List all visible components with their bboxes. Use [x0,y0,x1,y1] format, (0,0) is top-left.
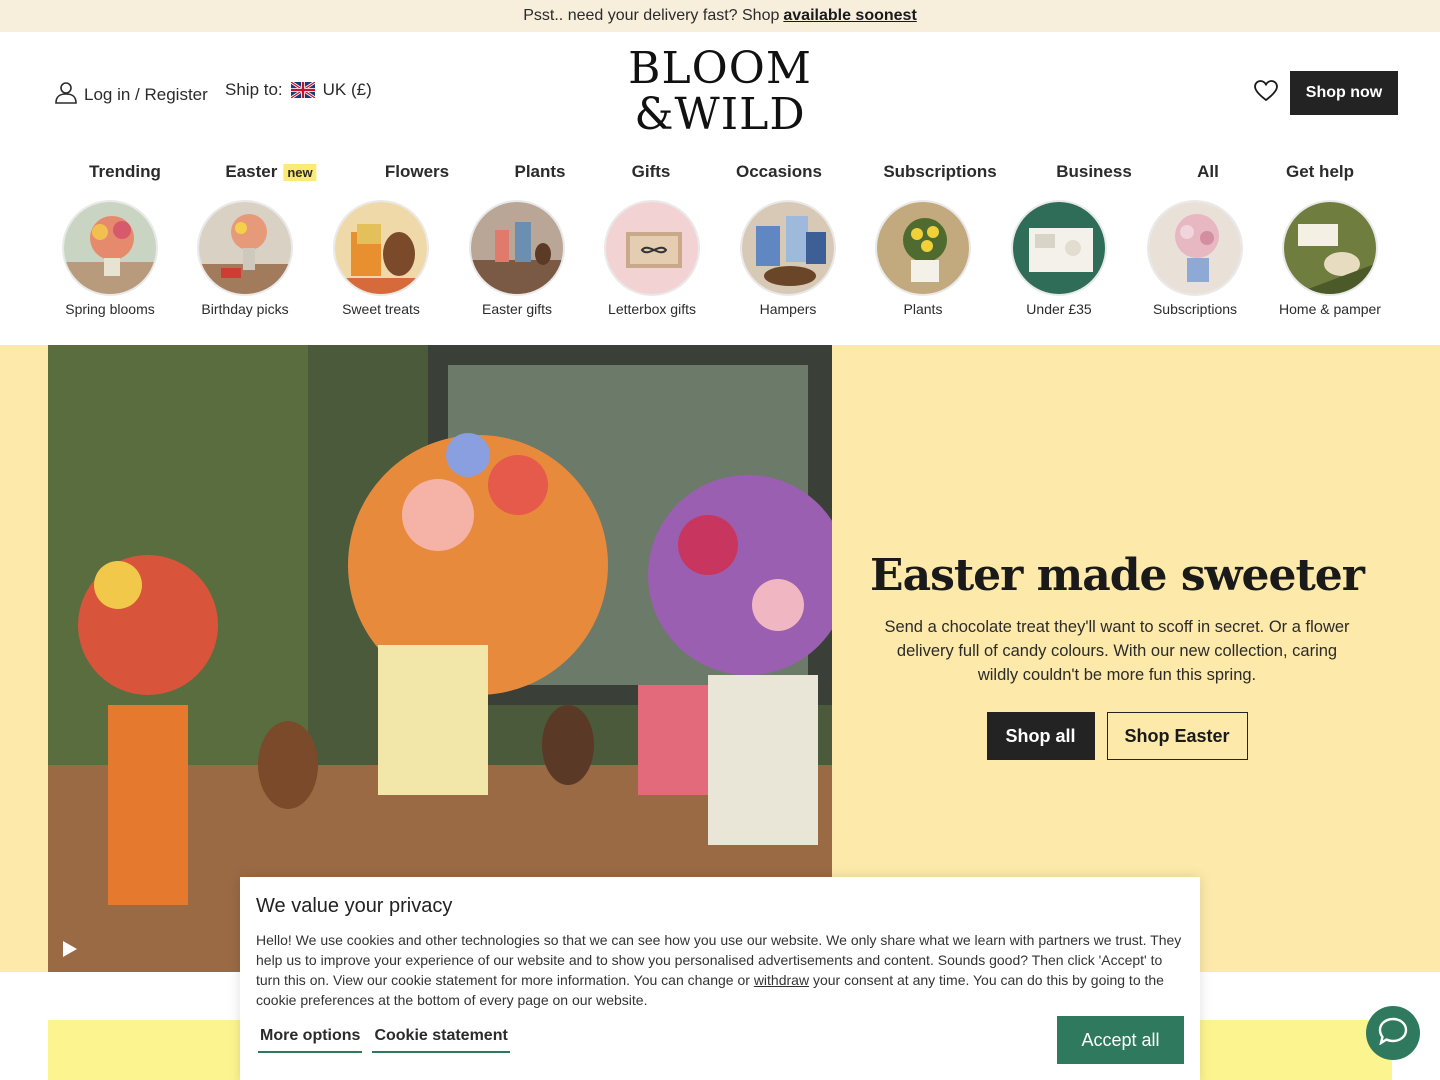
category-letterbox-gifts[interactable]: Letterbox gifts [587,200,717,317]
category-label: Subscriptions [1152,301,1238,317]
category-label: Under £35 [1026,301,1092,317]
promo-text: Psst.. need your delivery fast? Shop [523,7,780,24]
accept-all-button[interactable]: Accept all [1057,1016,1184,1064]
logo-line-2: &WILD [634,89,806,140]
login-label: Log in / Register [84,84,208,104]
cookie-links: More options Cookie statement [258,1025,510,1053]
shop-easter-button[interactable]: Shop Easter [1106,712,1248,760]
nav-label: Gifts [631,162,671,181]
nav-label: Occasions [736,162,822,181]
nav-easter[interactable]: Easter new [225,162,317,182]
category-label: Letterbox gifts [608,301,696,317]
promo-bar: Psst.. need your delivery fast? Shop ava… [0,0,1440,32]
category-image [740,200,836,296]
category-birthday-picks[interactable]: Birthday picks [180,200,310,317]
category-label: Hampers [759,301,817,317]
play-icon[interactable] [62,940,78,963]
shop-all-button[interactable]: Shop all [986,712,1095,760]
category-carousel: Spring blooms Birthday picks Sweet treat… [0,200,1440,330]
category-image [197,200,293,296]
ship-label: Ship to: [225,80,283,99]
login-register-link[interactable]: Log in / Register [54,80,208,109]
category-easter-gifts[interactable]: Easter gifts [452,200,582,317]
hero-content: Easter made sweeter Send a chocolate tre… [862,550,1372,760]
promo-link[interactable]: available soonest [783,7,916,25]
nav-trending[interactable]: Trending [89,162,161,182]
category-image [1282,200,1378,296]
nav-get-help[interactable]: Get help [1286,162,1354,182]
category-hampers[interactable]: Hampers [723,200,853,317]
category-sweet-treats[interactable]: Sweet treats [316,200,446,317]
category-under-35[interactable]: Under £35 [994,200,1124,317]
category-label: Easter gifts [481,301,553,317]
more-options-link[interactable]: More options [258,1025,363,1053]
category-label: Sweet treats [342,301,420,317]
category-spring-blooms[interactable]: Spring blooms [45,200,175,317]
cookie-title: We value your privacy [256,895,453,917]
chat-icon [1378,1017,1408,1050]
shop-now-button[interactable]: Shop now [1290,71,1398,115]
new-badge: new [283,164,317,181]
chat-button[interactable] [1366,1006,1420,1060]
nav-label: Plants [514,162,566,181]
category-plants[interactable]: Plants [858,200,988,317]
nav-label: Subscriptions [883,162,997,181]
nav-flowers[interactable]: Flowers [385,162,449,182]
category-home-pamper[interactable]: Home & pamper [1265,200,1395,317]
user-icon [54,80,84,109]
category-label: Birthday picks [201,301,289,317]
nav-label: All [1197,162,1219,181]
nav-gifts[interactable]: Gifts [632,162,671,182]
category-image [1147,200,1243,296]
ship-country: UK (£) [322,80,372,99]
category-image [333,200,429,296]
cookie-statement-link[interactable]: Cookie statement [372,1025,510,1053]
category-image [604,200,700,296]
nav-business[interactable]: Business [1056,162,1132,182]
hero-description: Send a chocolate treat they'll want to s… [884,618,1350,684]
nav-label: Business [1056,162,1132,181]
category-image [875,200,971,296]
category-image [1011,200,1107,296]
uk-flag-icon [289,80,316,100]
category-label: Plants [903,301,943,317]
nav-plants[interactable]: Plants [514,162,565,182]
nav-label: Easter [225,162,278,181]
logo-line-1: BLOOM [628,43,812,94]
site-header: Log in / Register Ship to: UK (£) BLOOM … [0,32,1440,154]
bloom-wild-logo[interactable]: BLOOM &WILD [620,46,820,142]
hero-title: Easter made sweeter [870,550,1365,601]
nav-subscriptions[interactable]: Subscriptions [883,162,996,182]
ship-to-selector[interactable]: Ship to: UK (£) [225,80,372,100]
wishlist-heart-icon[interactable] [1254,80,1278,107]
nav-all[interactable]: All [1197,162,1219,182]
cookie-text: Hello! We use cookies and other technolo… [256,930,1184,1010]
hero-buttons: Shop all Shop Easter [862,712,1372,760]
nav-label: Get help [1285,162,1355,181]
category-subscriptions[interactable]: Subscriptions [1130,200,1260,317]
withdraw-link[interactable]: withdraw [754,972,809,988]
main-nav: Trending Easter new Flowers Plants Gifts … [0,162,1440,186]
nav-occasions[interactable]: Occasions [736,162,822,182]
cookie-consent-dialog: We value your privacy Hello! We use cook… [240,877,1200,1080]
nav-label: Flowers [384,162,450,181]
nav-label: Trending [89,162,161,181]
category-label: Spring blooms [65,301,155,317]
category-image [62,200,158,296]
category-label: Home & pamper [1279,301,1381,317]
category-image [469,200,565,296]
